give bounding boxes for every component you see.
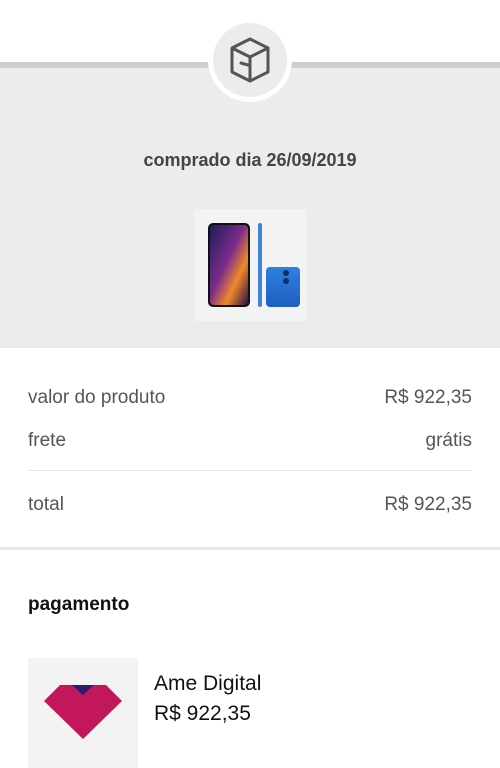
box-icon	[222, 30, 278, 91]
smartphone-image	[208, 223, 300, 307]
summary-row-product: valor do produto R$ 922,35	[28, 387, 472, 409]
payment-title: pagamento	[28, 594, 130, 615]
purchase-date: comprado dia 26/09/2019	[143, 150, 357, 170]
payment-method: Ame Digital	[154, 672, 262, 695]
package-badge	[208, 18, 292, 102]
summary-row-total: total R$ 922,35	[28, 494, 472, 516]
payment-details: Ame Digital R$ 922,35	[154, 672, 261, 726]
total-label: total	[28, 494, 64, 515]
summary-value: R$ 922,35	[384, 387, 472, 408]
total-value: R$ 922,35	[384, 494, 472, 515]
section-separator	[0, 547, 500, 550]
summary-row-shipping: frete grátis	[28, 430, 472, 452]
product-thumbnail[interactable]	[194, 209, 306, 321]
payment-amount: R$ 922,35	[154, 702, 251, 725]
summary-label: valor do produto	[28, 387, 166, 408]
payment-logo	[28, 658, 138, 768]
summary-divider	[28, 470, 472, 471]
summary-value: grátis	[425, 430, 472, 451]
ame-logo-icon	[42, 679, 124, 748]
summary-label: frete	[28, 430, 67, 451]
